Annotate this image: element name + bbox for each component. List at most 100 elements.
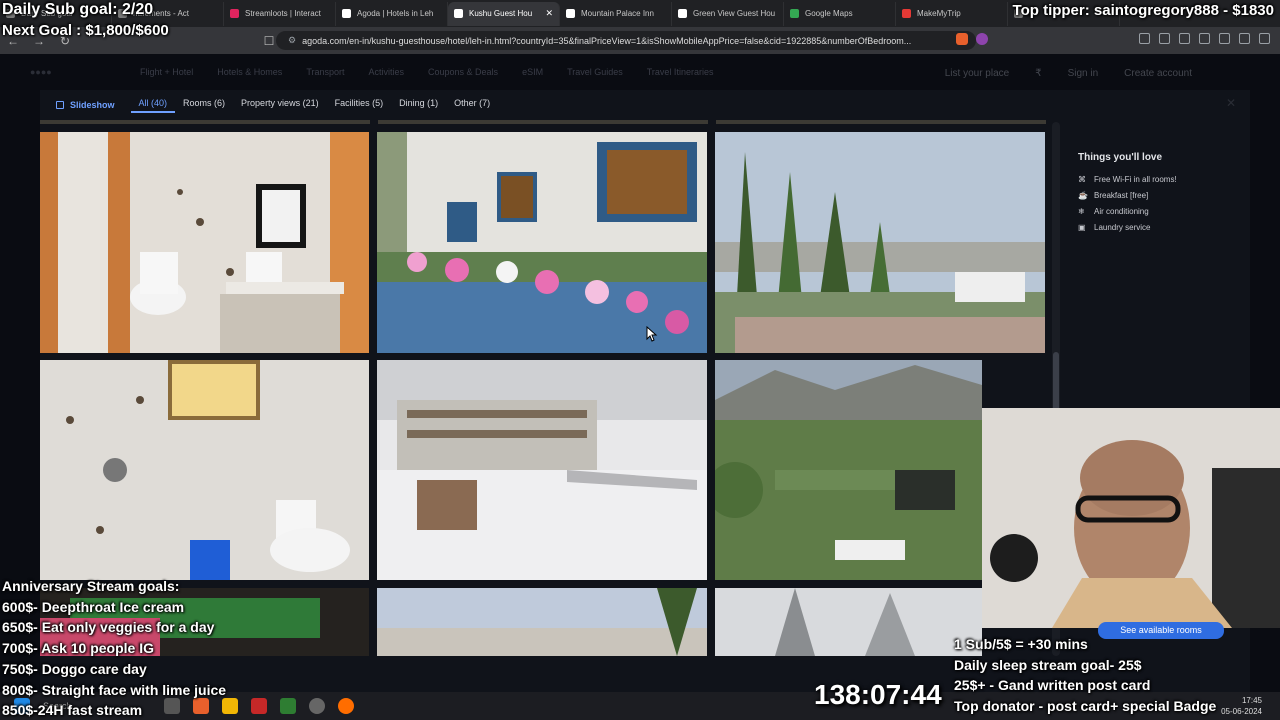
tab-favicon-icon [342,9,351,18]
gallery-tab-facilities[interactable]: Facilities (5) [327,98,392,113]
gallery-filter-bar: Slideshow All (40) Rooms (6) Property view… [40,90,1250,120]
tab-title: Kushu Guest Hou [469,9,533,18]
anniversary-goal-item: 800$- Straight face with lime juice [2,681,227,698]
amenity-item: ☕ Breakfast [free] [1078,187,1248,203]
things-you-love-panel: Things you'll love ⌘ Free Wi-Fi in all ro… [1078,152,1248,235]
gallery-photo-bathroom-2[interactable] [40,360,369,580]
top-tipper-overlay: Top tipper: saintogregory888 - $1830 [1012,2,1274,19]
clock-date: 05-06-2024 [1221,707,1262,716]
xbox-icon[interactable] [279,698,296,714]
site-nav-item-coupons-deals[interactable]: Coupons & Deals [428,67,498,77]
gallery-photo-snowy-trees-partial[interactable] [715,588,982,656]
gallery-photo-garden-trees[interactable] [715,132,1045,353]
brave-rewards-icon[interactable] [976,33,988,45]
taskbar-clock[interactable]: 17:45 05-06-2024 [1221,695,1262,717]
anniversary-goal-item: 750$- Doggo care day [2,660,147,677]
site-nav-item-flight-hotel[interactable]: Flight + Hotel [140,67,193,77]
subathon-timer: 138:07:44 [814,679,942,710]
stream-rule-item: Top donator - post card+ special Badge [954,698,1217,715]
amenity-label: Laundry service [1094,222,1151,232]
brave-shields-icon[interactable] [956,33,968,45]
profile-icon[interactable] [1239,33,1250,44]
site-nav-item-travel-guides[interactable]: Travel Guides [567,67,623,77]
anniversary-goal-item: 600$- Deepthroat Ice cream [2,598,185,615]
site-nav-right-create-account[interactable]: Create account [1124,68,1192,79]
browser-tab[interactable]: Kushu Guest Hou ✕ [448,1,560,26]
browser-tab[interactable]: Agoda | Hotels in Leh [336,1,448,26]
gallery-photo-flowers[interactable] [377,132,707,353]
anniversary-goals-overlay: Anniversary Stream goals: 600$- Deepthroa… [2,576,226,720]
next-goal-overlay: Next Goal : $1,800/$600 [2,22,169,39]
site-nav-right-currency[interactable]: ₹ [1035,68,1041,79]
site-nav-right-sign-in[interactable]: Sign in [1068,68,1099,79]
anniversary-goal-item: 650$- Eat only veggies for a day [2,619,215,636]
tab-close-icon[interactable]: ✕ [545,8,553,19]
tab-favicon-icon [902,9,911,18]
close-icon[interactable]: ✕ [1226,96,1236,110]
gallery-photo-building-partial[interactable] [377,588,707,656]
gallery-top-row-edge [40,120,1046,124]
browser-tab[interactable]: Green View Guest Hou [672,1,784,26]
firefox-icon[interactable] [337,698,354,714]
gallery-photo-courtyard[interactable] [715,360,982,580]
wallet-icon[interactable] [1199,33,1210,44]
site-nav: ●●●● Flight + Hotel Hotels & Homes Transpo… [0,54,1280,90]
site-nav-item-travel-itineraries[interactable]: Travel Itineraries [647,67,714,77]
menu-icon[interactable] [1259,33,1270,44]
obs-icon[interactable] [308,698,325,714]
stream-rules-overlay: 1 Sub/5$ = +30 mins Daily sleep stream go… [954,634,1216,717]
slideshow-button[interactable]: Slideshow [48,100,123,110]
amenity-item: ▣ Laundry service [1078,219,1248,235]
stream-rule-item: Daily sleep stream goal- 25$ [954,656,1142,673]
tab-favicon-icon [790,9,799,18]
site-nav-item-transport[interactable]: Transport [306,67,344,77]
wifi-icon: ⌘ [1078,174,1086,184]
amenity-label: Breakfast [free] [1094,190,1149,200]
site-nav-item-hotels-homes[interactable]: Hotels & Homes [217,67,282,77]
agoda-logo: ●●●● [30,67,52,77]
browser-tab[interactable]: Google Maps [784,1,896,26]
vpn-icon[interactable] [1219,33,1230,44]
stream-rule-item: 25$+ - Gand written post card [954,677,1151,694]
clock-time: 17:45 [1241,696,1262,705]
gallery-tab-other[interactable]: Other (7) [446,98,498,113]
amenity-label: Free Wi-Fi in all rooms! [1094,174,1177,184]
snowflake-icon: ❄ [1078,206,1085,216]
site-nav-right-list-your-place[interactable]: List your place [945,68,1009,79]
site-nav-item-esim[interactable]: eSIM [522,67,543,77]
tab-title: Green View Guest Hou [693,9,776,18]
app-icon[interactable] [250,698,267,714]
tab-title: Agoda | Hotels in Leh [357,9,434,18]
anniversary-goal-item: 700$- Ask 10 people IG [2,640,154,657]
browser-tab[interactable]: MakeMyTrip [896,1,1008,26]
browser-tab[interactable]: Streamloots | Interact [224,1,336,26]
gallery-tab-dining[interactable]: Dining (1) [391,98,446,113]
url-text: agoda.com/en-in/kushu-guesthouse/hotel/l… [302,35,912,46]
gallery-tab-all[interactable]: All (40) [130,98,176,113]
sidebar-icon[interactable] [1179,33,1190,44]
anniversary-goal-item: 850$-24H fast stream [2,702,143,719]
slideshow-label: Slideshow [70,100,115,110]
extension-icon[interactable] [1139,33,1150,44]
puzzle-icon[interactable] [1159,33,1170,44]
laundry-icon: ▣ [1078,222,1086,232]
tab-title: Google Maps [805,9,853,18]
address-bar[interactable]: ⚙ agoda.com/en-in/kushu-guesthouse/hotel… [276,31,976,50]
site-nav-item-activities[interactable]: Activities [369,67,405,77]
browser-tab[interactable]: Mountain Palace Inn [560,1,672,26]
tab-favicon-icon [678,9,687,18]
amenity-label: Air conditioning [1094,206,1149,216]
tab-favicon-icon [230,9,239,18]
gallery-photo-bathroom[interactable] [40,132,369,353]
tab-title: Mountain Palace Inn [581,9,654,18]
tab-favicon-icon [454,9,463,18]
gallery-photo-snow[interactable] [377,360,707,580]
webcam-overlay [982,408,1280,628]
anniversary-goals-title: Anniversary Stream goals: [2,578,180,594]
gallery-tab-rooms[interactable]: Rooms (6) [175,98,233,113]
stream-rule-item: 1 Sub/5$ = +30 mins [954,636,1088,652]
site-info-icon[interactable]: ⚙ [288,35,296,46]
gallery-tab-property-views[interactable]: Property views (21) [233,98,327,113]
tab-title: Streamloots | Interact [245,9,321,18]
amenity-item: ❄ Air conditioning [1078,203,1248,219]
